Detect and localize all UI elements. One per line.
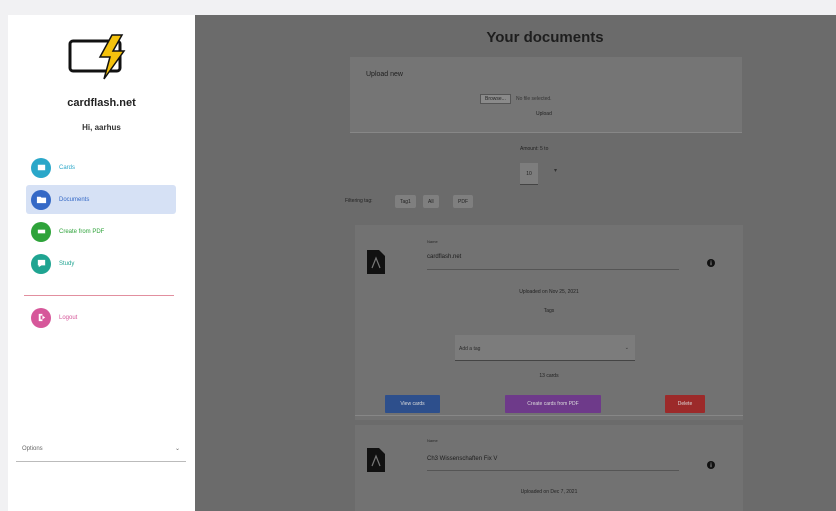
- options-select[interactable]: Options ⌄: [16, 436, 186, 462]
- sidebar: cardflash.net Hi, aarhus Cards Documents…: [8, 15, 195, 511]
- sidebar-item-label: Logout: [59, 314, 78, 321]
- upload-button[interactable]: Upload: [536, 111, 552, 117]
- create-cards-from-pdf-button[interactable]: Create cards from PDF: [505, 395, 601, 413]
- info-icon[interactable]: [707, 456, 715, 469]
- sidebar-item-documents[interactable]: Documents: [26, 185, 176, 214]
- brand-name: cardflash.net: [67, 97, 136, 109]
- doc-name-input[interactable]: Ch3 Wissenschaften Fix V: [427, 456, 497, 462]
- per-page-select[interactable]: 10: [520, 163, 538, 185]
- sidebar-item-logout[interactable]: Logout: [26, 303, 176, 332]
- cards-count: 13 cards: [539, 373, 559, 379]
- doc-upload-date: Uploaded on Dec 7, 2021: [520, 489, 578, 495]
- filter-chip[interactable]: Tag1: [395, 195, 416, 208]
- greeting: Hi, aarhus: [82, 123, 121, 132]
- document-card: Name cardflash.net Uploaded on Nov 25, 2…: [355, 225, 743, 420]
- document-card: Name Ch3 Wissenschaften Fix V Uploaded o…: [355, 425, 743, 511]
- sidebar-item-cards[interactable]: Cards: [26, 153, 176, 182]
- filter-chip[interactable]: All: [423, 195, 439, 208]
- doc-upload-date: Uploaded on Nov 25, 2021: [519, 289, 579, 295]
- view-cards-button[interactable]: View cards: [385, 395, 440, 413]
- tag-select[interactable]: Add a tag ⌄: [455, 335, 635, 361]
- doc-name-label: Name: [427, 239, 438, 244]
- tag-select-placeholder: Add a tag: [459, 346, 481, 352]
- study-icon: [31, 253, 51, 274]
- chevron-down-icon: ⌄: [624, 345, 629, 351]
- doc-name-underline: [427, 470, 679, 471]
- sidebar-divider: [24, 295, 174, 296]
- sidebar-item-label: Documents: [59, 196, 90, 203]
- doc-name-underline: [427, 269, 679, 270]
- tags-label: Tags: [543, 308, 555, 314]
- chevron-down-icon: ⌄: [174, 446, 180, 452]
- logout-icon: [31, 307, 51, 328]
- sidebar-item-study[interactable]: Study: [26, 249, 176, 278]
- sidebar-item-label: Study: [59, 260, 75, 267]
- main-content: Your documents Upload new Browse... No f…: [195, 15, 836, 511]
- folder-icon: [31, 189, 51, 210]
- filter-label: Filtering tag:: [345, 198, 373, 204]
- file-browse-button[interactable]: Browse...: [480, 94, 511, 104]
- sidebar-item-label: Cards: [59, 164, 76, 171]
- page-title: Your documents: [486, 29, 604, 46]
- options-label: Options: [22, 445, 43, 452]
- sidebar-item-label: Create from PDF: [59, 228, 105, 235]
- filter-chip[interactable]: PDF: [453, 195, 473, 208]
- sidebar-item-create-from-pdf[interactable]: Create from PDF: [26, 217, 176, 246]
- doc-name-input[interactable]: cardflash.net: [427, 254, 461, 260]
- pdf-file-icon: [365, 447, 387, 473]
- card-icon: [31, 157, 51, 178]
- upload-title: Upload new: [366, 71, 403, 78]
- doc-name-label: Name: [427, 438, 438, 443]
- card-divider: [355, 415, 743, 416]
- delete-button[interactable]: Delete: [665, 395, 705, 413]
- chevron-down-icon[interactable]: ▾: [554, 167, 557, 174]
- add-pdf-icon: [31, 221, 51, 242]
- pdf-file-icon: [365, 249, 387, 275]
- upload-panel: Upload new Browse... No file selected. U…: [350, 57, 742, 133]
- file-status: No file selected.: [516, 96, 552, 102]
- per-page-label: Amount: 5 to: [520, 146, 549, 152]
- logo-icon[interactable]: [66, 33, 136, 81]
- info-icon[interactable]: [707, 254, 715, 267]
